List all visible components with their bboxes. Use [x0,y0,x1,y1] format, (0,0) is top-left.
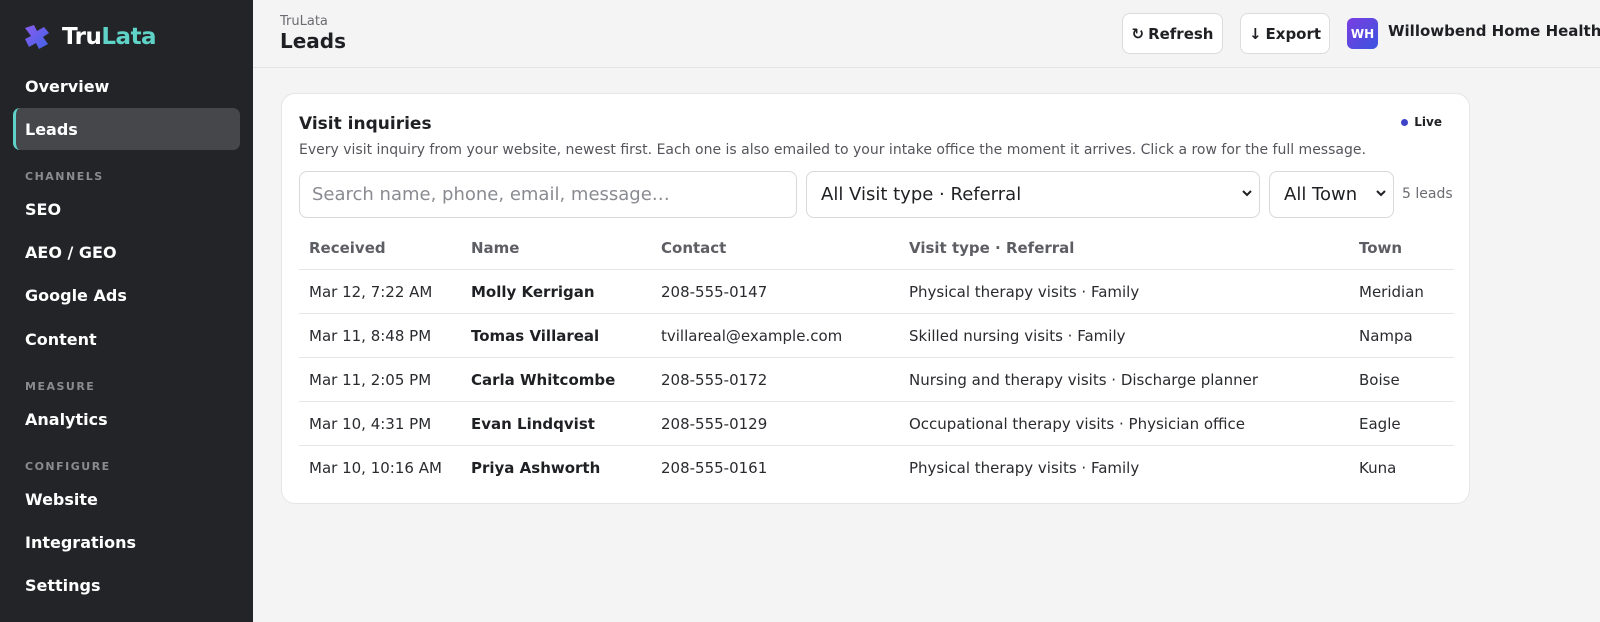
table-row[interactable]: Mar 12, 7:22 AM Molly Kerrigan 208-555-0… [299,270,1454,314]
sidebar-item-leads[interactable]: Leads [13,108,240,150]
brand-name-part2: Lata [101,24,157,50]
sidebar-section-measure: MEASURE [25,380,96,393]
column-header-received[interactable]: Received [309,227,386,269]
cell-received: Mar 10, 4:31 PM [309,414,432,433]
cell-visit-type: Nursing and therapy visits · Discharge p… [909,370,1259,389]
cell-visit-type: Skilled nursing visits · Family [909,326,1126,345]
trulata-logo-icon [25,25,49,49]
org-avatar[interactable]: WH [1347,18,1378,49]
export-button-label: Export [1265,24,1322,43]
sidebar-item-seo[interactable]: SEO [13,188,240,230]
town-filter-value: All Town [1284,184,1358,205]
visit-type-filter[interactable]: All Visit type · Referral [806,171,1260,218]
sidebar-item-content[interactable]: Content [13,318,240,360]
sidebar-item-label: Google Ads [25,285,127,305]
cell-town: Kuna [1359,459,1397,477]
live-indicator: Live [1401,115,1442,129]
refresh-button-label: Refresh [1148,24,1214,43]
sidebar-item-analytics[interactable]: Analytics [13,398,240,440]
sidebar-item-website[interactable]: Website [13,478,240,520]
sidebar-item-overview[interactable]: Overview [13,65,240,107]
column-header-town[interactable]: Town [1359,227,1402,269]
arrow-down-icon: ↓ [1248,24,1262,43]
card-title: Visit inquiries [299,114,432,134]
export-button[interactable]: ↓ Export [1240,13,1330,54]
cell-town: Nampa [1359,326,1413,345]
column-header-name[interactable]: Name [471,227,519,269]
sidebar-item-label: Analytics [25,409,108,429]
cell-name: Priya Ashworth [471,459,601,477]
live-dot-icon [1401,118,1409,126]
cell-received: Mar 12, 7:22 AM [309,282,433,301]
breadcrumb[interactable]: TruLata [280,14,328,29]
cell-name: Evan Lindqvist [471,414,595,433]
cell-town: Meridian [1359,282,1424,301]
cell-visit-type: Physical therapy visits · Family [909,282,1140,301]
brand-name: TruLata [62,24,157,50]
sidebar-item-label: Leads [25,119,78,139]
refresh-icon: ↻ [1131,24,1145,43]
live-label: Live [1414,115,1442,129]
search-input[interactable] [299,171,797,218]
sidebar-item-label: Content [25,329,97,349]
cell-contact: 208-555-0172 [661,370,768,389]
page-title: Leads [280,29,347,53]
visit-type-filter-value: All Visit type · Referral [821,184,1022,205]
org-name[interactable]: Willowbend Home Health [1388,22,1600,40]
sidebar-item-integrations[interactable]: Integrations [13,521,240,563]
cell-town: Eagle [1359,414,1401,433]
cell-visit-type: Physical therapy visits · Family [909,459,1140,477]
table-row[interactable]: Mar 10, 10:16 AM Priya Ashworth 208-555-… [299,446,1454,490]
lead-count: 5 leads [1402,186,1453,202]
sidebar-section-configure: CONFIGURE [25,460,111,473]
card-description: Every visit inquiry from your website, n… [299,142,1366,158]
sidebar-item-settings[interactable]: Settings [13,564,240,606]
cell-name: Carla Whitcombe [471,370,616,389]
sidebar-item-aeo-geo[interactable]: AEO / GEO [13,231,240,273]
cell-received: Mar 11, 2:05 PM [309,370,432,389]
table-row[interactable]: Mar 11, 2:05 PM Carla Whitcombe 208-555-… [299,358,1454,402]
cell-visit-type: Occupational therapy visits · Physician … [909,414,1245,433]
cell-contact: 208-555-0129 [661,414,768,433]
top-bar: TruLata Leads ↻ Refresh ↓ Export WH Will… [253,0,1600,68]
sidebar-section-channels: CHANNELS [25,170,104,183]
cell-received: Mar 10, 10:16 AM [309,459,442,477]
sidebar-item-label: Settings [25,575,101,595]
chevron-down-icon [1376,190,1386,197]
cell-name: Tomas Villareal [471,326,600,345]
sidebar-item-label: Overview [25,76,110,96]
sidebar-item-google-ads[interactable]: Google Ads [13,274,240,316]
cell-contact: tvillareal@example.com [661,326,843,345]
cell-contact: 208-555-0147 [661,282,768,301]
column-header-visit-type[interactable]: Visit type · Referral [909,227,1074,269]
sidebar-item-label: Integrations [25,532,137,552]
sidebar: TruLata Overview Leads CHANNELS SEO AEO … [0,0,253,622]
cell-contact: 208-555-0161 [661,459,768,477]
cell-received: Mar 11, 8:48 PM [309,326,432,345]
town-filter[interactable]: All Town [1269,171,1394,218]
refresh-button[interactable]: ↻ Refresh [1122,13,1223,54]
table-row[interactable]: Mar 10, 4:31 PM Evan Lindqvist 208-555-0… [299,402,1454,446]
table-row[interactable]: Mar 11, 8:48 PM Tomas Villareal tvillare… [299,314,1454,358]
chevron-down-icon [1242,190,1252,197]
visit-inquiries-card: Visit inquiries Every visit inquiry from… [281,93,1470,504]
cell-name: Molly Kerrigan [471,282,595,301]
brand[interactable]: TruLata [22,21,157,53]
sidebar-item-label: Website [25,489,98,509]
sidebar-item-label: SEO [25,199,62,219]
column-header-contact[interactable]: Contact [661,227,726,269]
table-header-row: Received Name Contact Visit type · Refer… [299,227,1454,270]
leads-table: Received Name Contact Visit type · Refer… [299,227,1454,490]
cell-town: Boise [1359,370,1400,389]
brand-name-part1: Tru [62,24,102,50]
sidebar-item-label: AEO / GEO [25,242,117,262]
